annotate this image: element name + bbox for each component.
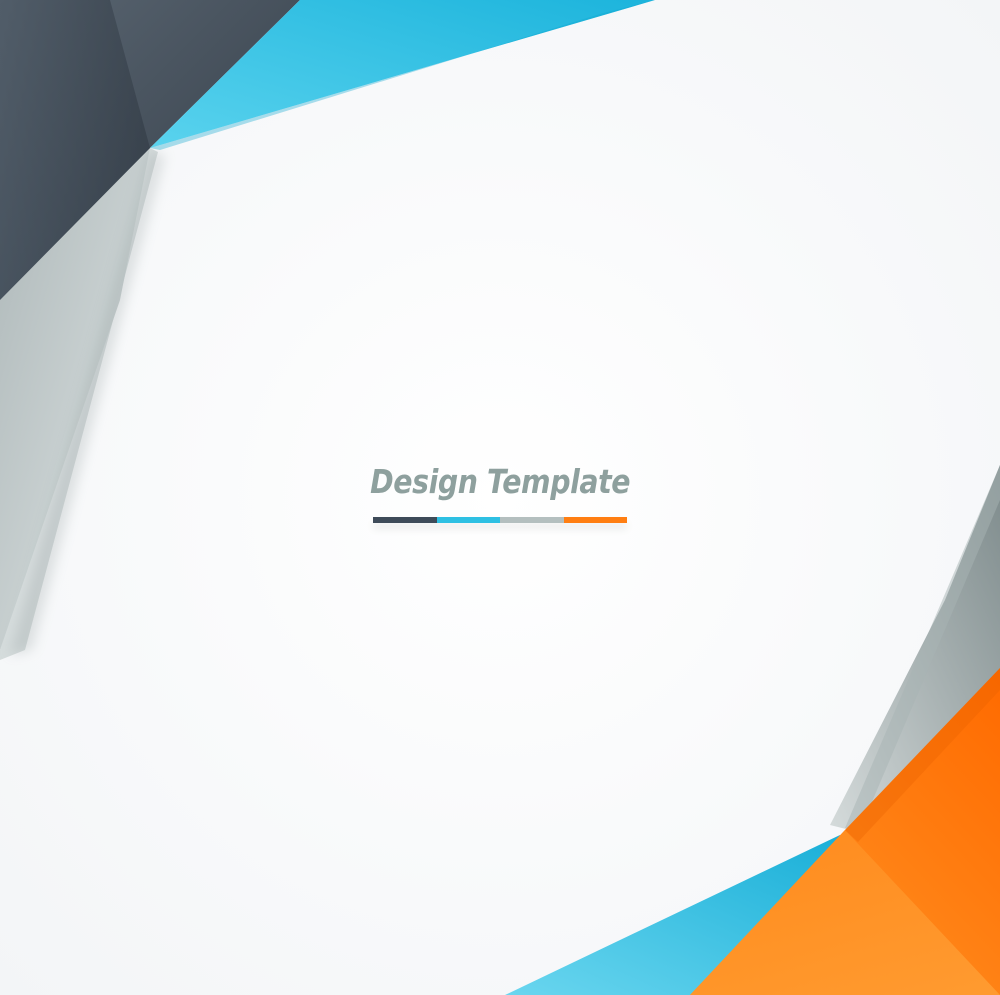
color-bar-dark [373,517,437,523]
color-bar-blue [436,517,500,523]
color-bar-gray [500,517,564,523]
title-block: Design Template [0,462,1000,501]
color-bar-orange [563,517,627,523]
color-bar [373,517,627,523]
design-template-canvas: Design Template [0,0,1000,995]
page-title: Design Template [370,462,630,501]
